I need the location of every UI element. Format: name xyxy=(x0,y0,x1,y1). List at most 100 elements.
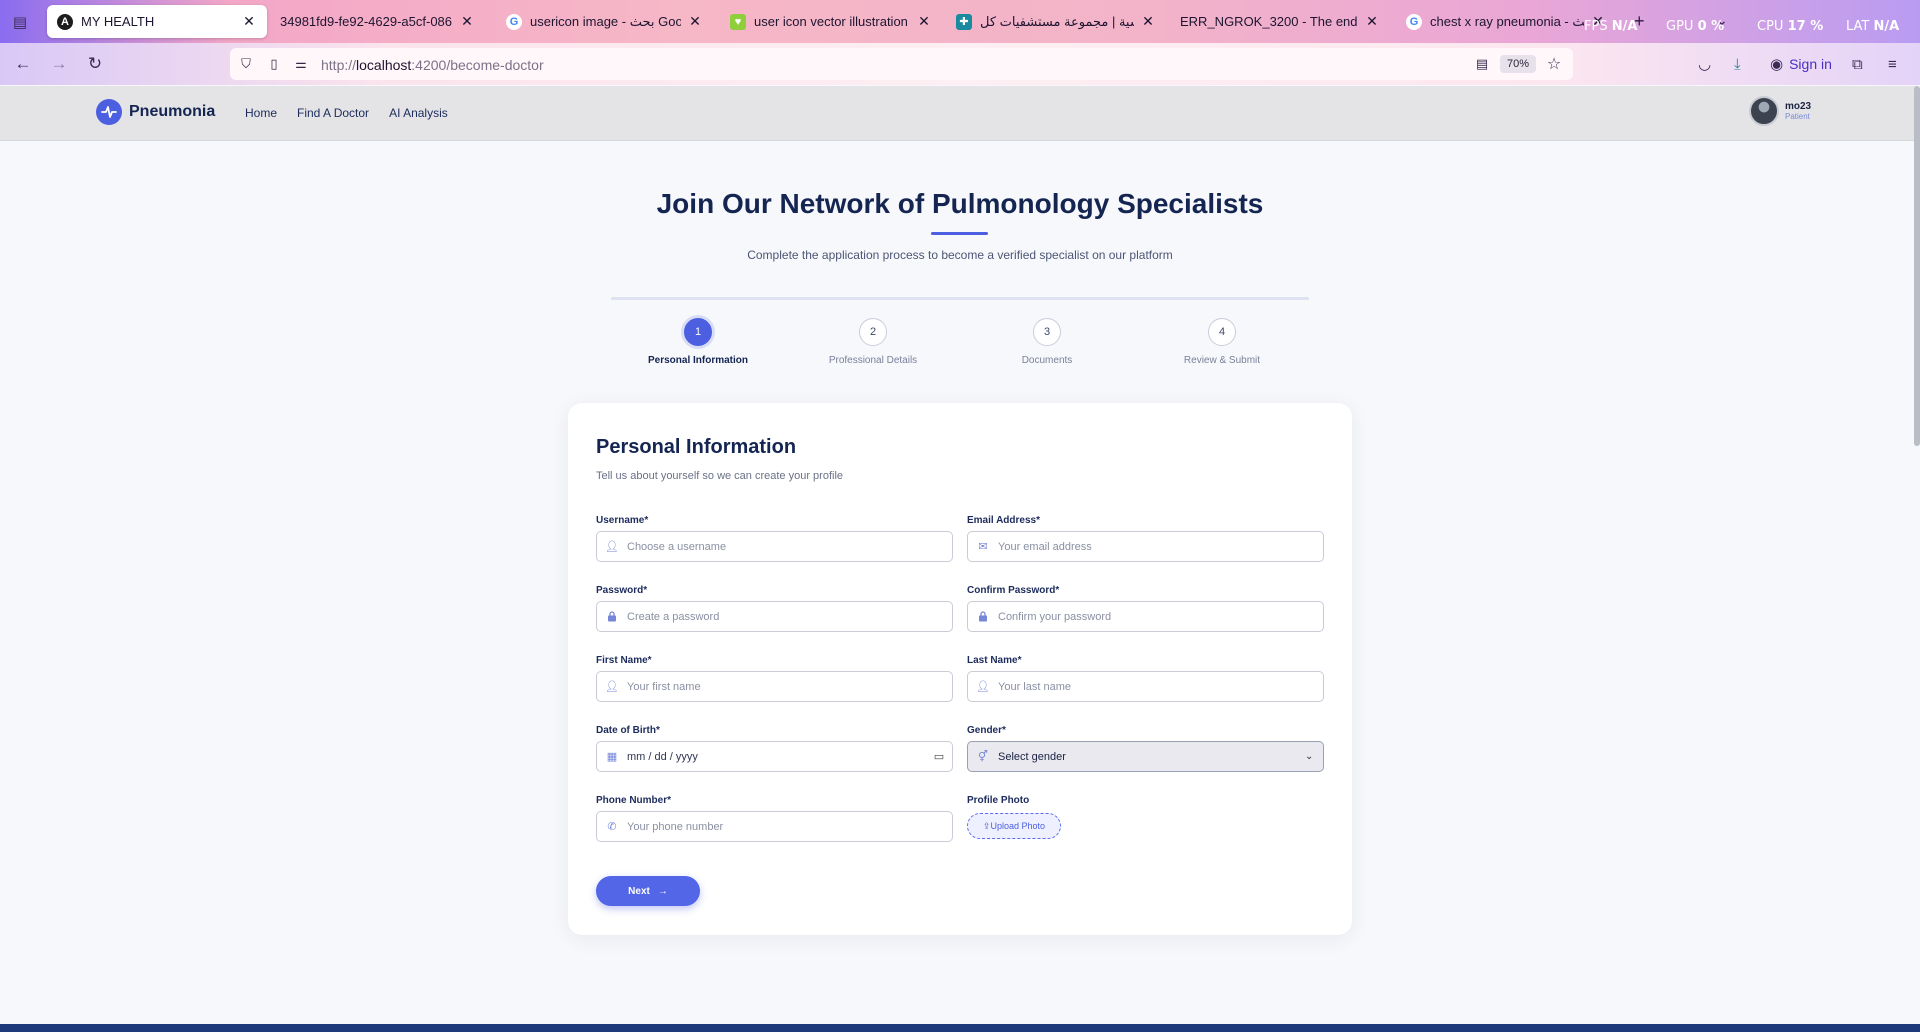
dob-input[interactable]: ▦ mm / dd / yyyy ▭ xyxy=(596,741,953,772)
step-personal-information[interactable]: 1 Personal Information xyxy=(618,318,778,366)
pocket-icon[interactable]: ◡ xyxy=(1698,54,1711,74)
tab-uuid[interactable]: 34981fd9-fe92-4629-a5cf-0861e043 ✕ xyxy=(270,5,485,38)
zoom-level[interactable]: 70% xyxy=(1500,55,1536,73)
user-icon: 👤︎ xyxy=(976,681,990,693)
stepper-track xyxy=(611,297,1309,300)
field-label: Last Name* xyxy=(967,655,1022,666)
reader-view-icon[interactable]: ▤ xyxy=(1474,56,1490,72)
phone-field: Phone Number* ✆ xyxy=(596,795,953,842)
tab-title: ERR_NGROK_3200 - The endpoint 9 xyxy=(1180,14,1358,29)
phone-input[interactable] xyxy=(627,812,952,841)
tab-title: MY HEALTH xyxy=(81,14,155,29)
upload-label: Upload Photo xyxy=(990,821,1046,831)
angular-favicon-icon: A xyxy=(57,13,73,30)
site-header: Pneumonia Home Find A Doctor AI Analysis… xyxy=(0,86,1916,141)
step-number: 3 xyxy=(1033,318,1061,346)
gender-select[interactable]: ⚥ Select gender ⌄ xyxy=(967,741,1324,772)
shield-icon[interactable]: ⛉ xyxy=(238,56,254,72)
fps-stat: FPS N/A xyxy=(1584,19,1638,34)
step-number: 4 xyxy=(1208,318,1236,346)
profile-photo-field: Profile Photo ⇪ Upload Photo xyxy=(967,795,1324,839)
dob-field: Date of Birth* ▦ mm / dd / yyyy ▭ xyxy=(596,725,953,772)
downloads-icon[interactable]: ⤓ xyxy=(1734,54,1741,74)
close-tab-icon[interactable]: ✕ xyxy=(687,13,703,30)
tab-list-icon[interactable]: ▤ xyxy=(9,12,31,32)
tab-user-icon-vector[interactable]: ♥ user icon vector illustration © k ✕ xyxy=(720,5,942,38)
password-field: Password* xyxy=(596,585,953,632)
field-label: Gender* xyxy=(967,725,1006,736)
menu-icon[interactable]: ≡ xyxy=(1888,54,1897,74)
first-name-input[interactable] xyxy=(627,672,952,701)
user-icon: 👤︎ xyxy=(605,681,619,693)
page-title: Join Our Network of Pulmonology Speciali… xyxy=(656,188,1264,219)
personal-info-card: Personal Information Tell us about yours… xyxy=(568,403,1352,935)
avatar xyxy=(1749,96,1779,126)
url-text[interactable]: http://localhost:4200/become-doctor xyxy=(321,57,544,73)
password-input[interactable] xyxy=(627,602,952,631)
confirm-password-input[interactable] xyxy=(998,602,1323,631)
tab-google-usericon[interactable]: G usericon image - بحث Google ✕ xyxy=(496,5,713,38)
email-field: Email Address* ✉ xyxy=(967,515,1324,562)
upload-photo-button[interactable]: ⇪ Upload Photo xyxy=(967,813,1061,839)
email-input[interactable] xyxy=(998,532,1323,561)
step-professional-details[interactable]: 2 Professional Details xyxy=(793,318,953,366)
google-favicon-icon: G xyxy=(1406,13,1422,30)
field-label: Confirm Password* xyxy=(967,585,1060,596)
step-label: Personal Information xyxy=(647,355,748,366)
last-name-input[interactable] xyxy=(998,672,1323,701)
tab-title: user icon vector illustration © k xyxy=(754,14,910,29)
nav-home[interactable]: Home xyxy=(245,106,277,120)
reload-icon[interactable]: ↻ xyxy=(85,54,105,74)
nav-find-doctor[interactable]: Find A Doctor xyxy=(297,106,369,120)
phone-icon: ✆ xyxy=(607,821,617,833)
step-documents[interactable]: 3 Documents xyxy=(967,318,1127,366)
bookmark-star-icon[interactable]: ☆ xyxy=(1546,56,1562,73)
forward-icon[interactable]: → xyxy=(49,54,69,74)
back-icon[interactable]: ← xyxy=(13,54,33,74)
step-number: 1 xyxy=(684,318,712,346)
browser-tab-bar: ▤ A MY HEALTH ✕ 34981fd9-fe92-4629-a5cf-… xyxy=(0,0,1920,43)
user-menu[interactable]: mo23 Patient xyxy=(1749,96,1811,126)
permissions-icon[interactable]: ⚌ xyxy=(293,56,309,72)
tab-title: الرئيسية | مجموعة مستشفيات كل xyxy=(980,13,1134,29)
close-tab-icon[interactable]: ✕ xyxy=(241,13,257,30)
tab-title: usericon image - بحث Google xyxy=(530,13,681,29)
field-label: Username* xyxy=(596,515,649,526)
field-label: Password* xyxy=(596,585,648,596)
page-info-icon[interactable]: ▯ xyxy=(266,56,282,72)
brand-logo[interactable]: Pneumonia xyxy=(96,99,215,125)
upload-icon: ⇪ xyxy=(982,820,991,831)
account-signin[interactable]: ◉ Sign in xyxy=(1770,54,1832,74)
close-tab-icon[interactable]: ✕ xyxy=(459,13,475,30)
site-nav: Home Find A Doctor AI Analysis xyxy=(245,106,448,120)
field-label: First Name* xyxy=(596,655,652,666)
tab-my-health[interactable]: A MY HEALTH ✕ xyxy=(47,5,267,38)
form-title: Personal Information xyxy=(596,436,797,458)
heart-favicon-icon: ♥ xyxy=(730,13,746,30)
close-tab-icon[interactable]: ✕ xyxy=(916,13,932,30)
signin-label: Sign in xyxy=(1789,56,1832,72)
field-label: Email Address* xyxy=(967,515,1040,526)
date-picker-icon[interactable]: ▭ xyxy=(926,750,952,763)
envelope-icon: ✉ xyxy=(978,541,988,553)
form-subtitle: Tell us about yourself so we can create … xyxy=(596,470,844,482)
title-underline xyxy=(931,232,988,235)
close-tab-icon[interactable]: ✕ xyxy=(1140,13,1156,30)
tab-ngrok-error[interactable]: ERR_NGROK_3200 - The endpoint 9 ✕ xyxy=(1170,5,1390,38)
address-bar[interactable]: ⛉ ▯ ⚌ http://localhost:4200/become-docto… xyxy=(230,48,1573,80)
account-icon: ◉ xyxy=(1770,56,1784,73)
tab-title: chest x ray pneumonia - بحث G xyxy=(1430,13,1584,29)
extensions-icon[interactable]: ⧉ xyxy=(1852,54,1863,74)
next-button[interactable]: Next → xyxy=(596,876,700,906)
step-review-submit[interactable]: 4 Review & Submit xyxy=(1142,318,1302,366)
arrow-right-icon: → xyxy=(657,885,668,897)
field-label: Profile Photo xyxy=(967,795,1030,806)
username-input[interactable] xyxy=(627,532,952,561)
page-scrollbar[interactable] xyxy=(1914,86,1920,446)
pulse-icon xyxy=(96,99,122,125)
dob-value: mm / dd / yyyy xyxy=(627,750,698,763)
tab-hospitals[interactable]: ✚ الرئيسية | مجموعة مستشفيات كل ✕ xyxy=(946,5,1166,38)
tab-chest-xray[interactable]: G chest x ray pneumonia - بحث G ✕ xyxy=(1396,5,1616,38)
close-tab-icon[interactable]: ✕ xyxy=(1364,13,1380,30)
nav-ai-analysis[interactable]: AI Analysis xyxy=(389,106,448,120)
